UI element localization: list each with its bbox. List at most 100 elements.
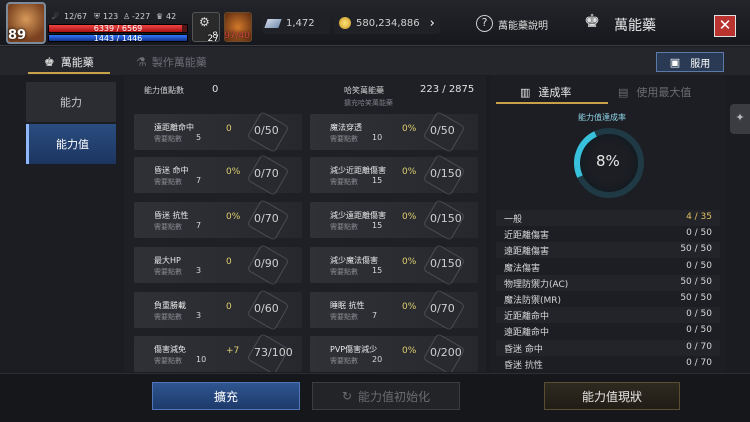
- nav-ability[interactable]: 能力: [26, 82, 116, 122]
- required-points: 3: [196, 266, 202, 275]
- achievement-row: 一般 4 / 35: [496, 210, 720, 226]
- required-label: 需要點數: [330, 135, 358, 143]
- ability-name: 減少遠距離傷害: [330, 211, 386, 220]
- reset-button[interactable]: ↻ 能力值初始化: [312, 382, 460, 410]
- required-label: 需要點數: [330, 268, 358, 276]
- tab-underline: [28, 72, 110, 74]
- ability-name: 最大HP: [154, 256, 181, 265]
- required-label: 需要點數: [154, 135, 182, 143]
- ability-ratio: 0/200: [430, 346, 462, 359]
- ability-percent: 0%: [402, 212, 417, 222]
- tab-craft-label: 製作萬能藥: [151, 56, 207, 69]
- ability-cell[interactable]: PVP傷害減少 需要點數 20 0% 0/200: [310, 333, 478, 372]
- ability-cell[interactable]: 傷害減免 需要點數 10 +7 73/100: [134, 333, 302, 372]
- crown-icon: ♚: [44, 55, 55, 69]
- ability-cell[interactable]: 減少近距離傷害 需要點數 15 0% 0/150: [310, 154, 478, 196]
- achievement-row-value: 4 / 35: [686, 212, 712, 222]
- achievement-row-name: 昏迷 抗性: [504, 360, 543, 371]
- ability-percent: 0: [226, 124, 232, 134]
- buff-fire[interactable]: 97/40: [224, 12, 252, 42]
- achievement-row-name: 遠距離命中: [504, 328, 550, 339]
- ability-percent: 0%: [402, 257, 417, 267]
- chevron-right-icon[interactable]: ›: [430, 16, 435, 31]
- ability-ratio: 0/60: [254, 302, 279, 315]
- achievement-row-name: 近距離傷害: [504, 231, 550, 242]
- help-label[interactable]: 萬能藥說明: [498, 17, 548, 32]
- achievement-row-value: 0 / 70: [686, 341, 712, 352]
- ability-cell[interactable]: 負重勝載 需要點數 3 0 0/60: [134, 289, 302, 331]
- ability-cell[interactable]: 最大HP 需要點數 3 0 0/90: [134, 244, 302, 286]
- achievement-percent: 8%: [596, 152, 620, 170]
- tab-panacea[interactable]: ♚ 萬能藥: [44, 51, 94, 73]
- coin-icon: [339, 17, 351, 29]
- achievement-row: 物理防禦力(AC) 50 / 50: [496, 274, 720, 291]
- expand-button[interactable]: 擴充: [152, 382, 300, 410]
- ability-cell[interactable]: 魔法穿透 需要點數 10 0% 0/50: [310, 111, 478, 153]
- required-points: 7: [196, 176, 202, 185]
- required-label: 需要點數: [330, 223, 358, 231]
- gold-currency: 580,234,886 ›: [334, 12, 440, 34]
- page-title: 萬能藥: [614, 18, 656, 34]
- required-points: 15: [372, 176, 383, 185]
- side-star-tab[interactable]: ✦: [730, 104, 750, 134]
- ability-ratio: 0/150: [430, 212, 462, 225]
- help-icon[interactable]: ?: [476, 15, 493, 32]
- gem-currency: 1,472: [262, 12, 330, 34]
- status-button[interactable]: 能力值現狀: [544, 382, 680, 410]
- required-label: 需要點數: [330, 357, 358, 365]
- required-label: 需要點數: [154, 313, 182, 321]
- use-icon: ▣: [669, 55, 681, 69]
- ability-percent: 0%: [402, 167, 417, 177]
- ability-cell[interactable]: 昏迷 命中需要點數 7 0% 0/70: [134, 154, 302, 196]
- achievement-row: 近距離命中 0 / 50: [496, 307, 720, 324]
- tab-achievement[interactable]: ▥ 達成率: [520, 80, 571, 104]
- tab-max-usage[interactable]: ▤ 使用最大值: [618, 80, 691, 104]
- achievement-row-value: 50 / 50: [680, 293, 712, 303]
- achievement-row: 昏迷 抗性 0 / 70: [496, 356, 720, 372]
- ability-percent: 0%: [226, 167, 241, 177]
- stat-c: -227: [132, 12, 151, 21]
- tab-max-usage-label: 使用最大值: [636, 86, 692, 99]
- close-button[interactable]: ✕: [714, 15, 736, 37]
- ability-ratio: 0/150: [430, 257, 462, 270]
- achievement-panel: ▥ 達成率 ▤ 使用最大值 能力值達成率 8% 一般 4 / 35 近距離傷害 0 /…: [490, 76, 726, 372]
- buff-potion[interactable]: 27: [194, 26, 220, 44]
- mana-icon: ☄: [52, 12, 60, 21]
- left-nav: 能力 能力值: [0, 76, 122, 372]
- tab-panacea-label: 萬能藥: [60, 56, 94, 69]
- ability-percent: +7: [226, 346, 240, 356]
- achievement-row-name: 魔法傷害: [504, 263, 541, 274]
- trophy-icon: ♛: [156, 12, 164, 21]
- achievement-row-name: 一般: [504, 215, 523, 225]
- required-label: 需要點數: [154, 178, 182, 186]
- tab-craft[interactable]: ⚗ 製作萬能藥: [136, 51, 207, 73]
- achievement-row-value: 50 / 50: [680, 276, 712, 287]
- hp-bar: 6339 / 6569: [48, 24, 188, 33]
- ability-cell[interactable]: 減少魔法傷害 需要點數 15 0% 0/150: [310, 244, 478, 286]
- required-label: 需要點數: [330, 313, 358, 321]
- ability-cell[interactable]: 遠距離命中 需要點數 5 0 0/50: [134, 111, 302, 153]
- required-points: 7: [372, 311, 378, 320]
- ability-percent: 0: [226, 257, 232, 267]
- rtab-underline: [496, 102, 608, 104]
- ability-cell[interactable]: 減少遠距離傷害 需要點數 15 0% 0/150: [310, 199, 478, 241]
- ability-cell[interactable]: 昏迷 抗性 需要點數 7 0% 0/70: [134, 199, 302, 241]
- required-label: 需要點數: [330, 178, 358, 186]
- required-label: 需要點數: [154, 268, 182, 276]
- gem-amount: 1,472: [286, 17, 315, 29]
- achievement-row-value: 0 / 50: [686, 325, 712, 336]
- ability-name: 昏迷 命中: [154, 166, 189, 175]
- ability-cell[interactable]: 睡眠 抗性 需要點數 7 0% 0/70: [310, 289, 478, 331]
- required-label: 需要點數: [154, 357, 182, 365]
- nav-ability-value[interactable]: 能力值: [26, 124, 116, 164]
- use-button[interactable]: ▣ 服用: [656, 52, 724, 72]
- bottom-bar: 擴充 ↻ 能力值初始化 能力值現狀: [0, 373, 750, 422]
- required-points: 10: [196, 355, 207, 364]
- ability-ratio: 0/70: [254, 167, 279, 180]
- required-points: 10: [372, 133, 383, 142]
- ability-ratio: 0/150: [430, 167, 462, 180]
- ability-name: 昏迷 抗性: [154, 211, 189, 220]
- required-points: 3: [196, 311, 202, 320]
- achievement-row-value: 0 / 70: [686, 357, 712, 368]
- gem-icon: [264, 18, 282, 28]
